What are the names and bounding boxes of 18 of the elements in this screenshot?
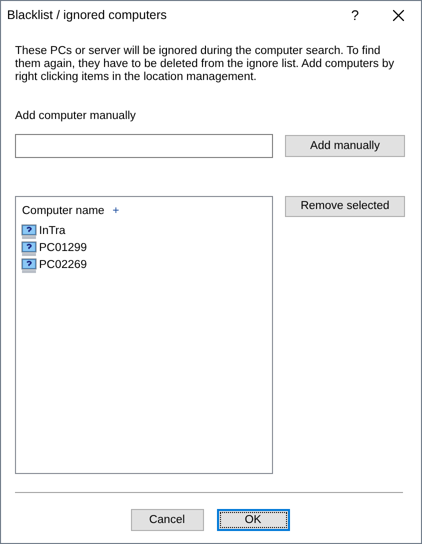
help-button[interactable]: ? xyxy=(335,1,375,30)
computer-unknown-icon xyxy=(21,258,37,274)
remove-selected-button[interactable]: Remove selected xyxy=(285,196,405,218)
dialog-button[interactable]: OK xyxy=(216,509,290,532)
window-title: Blacklist / ignored computers xyxy=(7,7,168,24)
description-text: These PCs or server will be ignored during the computer search. To find them again, they have to be deleted from the ignore list. Add computers by right clicking items in the location management. xyxy=(15,45,396,84)
add-manually-button[interactable]: Add manually xyxy=(285,135,405,158)
close-icon xyxy=(392,10,404,21)
sort-mark[interactable]: + xyxy=(112,203,120,220)
computer-unknown-icon xyxy=(21,241,37,257)
computer-unknown-icon xyxy=(21,224,37,240)
list-item[interactable]: PC02269 xyxy=(21,258,272,274)
column-header[interactable]: Computer name xyxy=(22,203,104,220)
list-item[interactable]: InTra xyxy=(21,224,272,240)
dialog-button[interactable]: Cancel xyxy=(130,509,204,532)
field-label: Add computer manually xyxy=(15,109,137,124)
list-item[interactable]: PC01299 xyxy=(21,240,272,258)
computer-name-field[interactable] xyxy=(15,134,273,158)
